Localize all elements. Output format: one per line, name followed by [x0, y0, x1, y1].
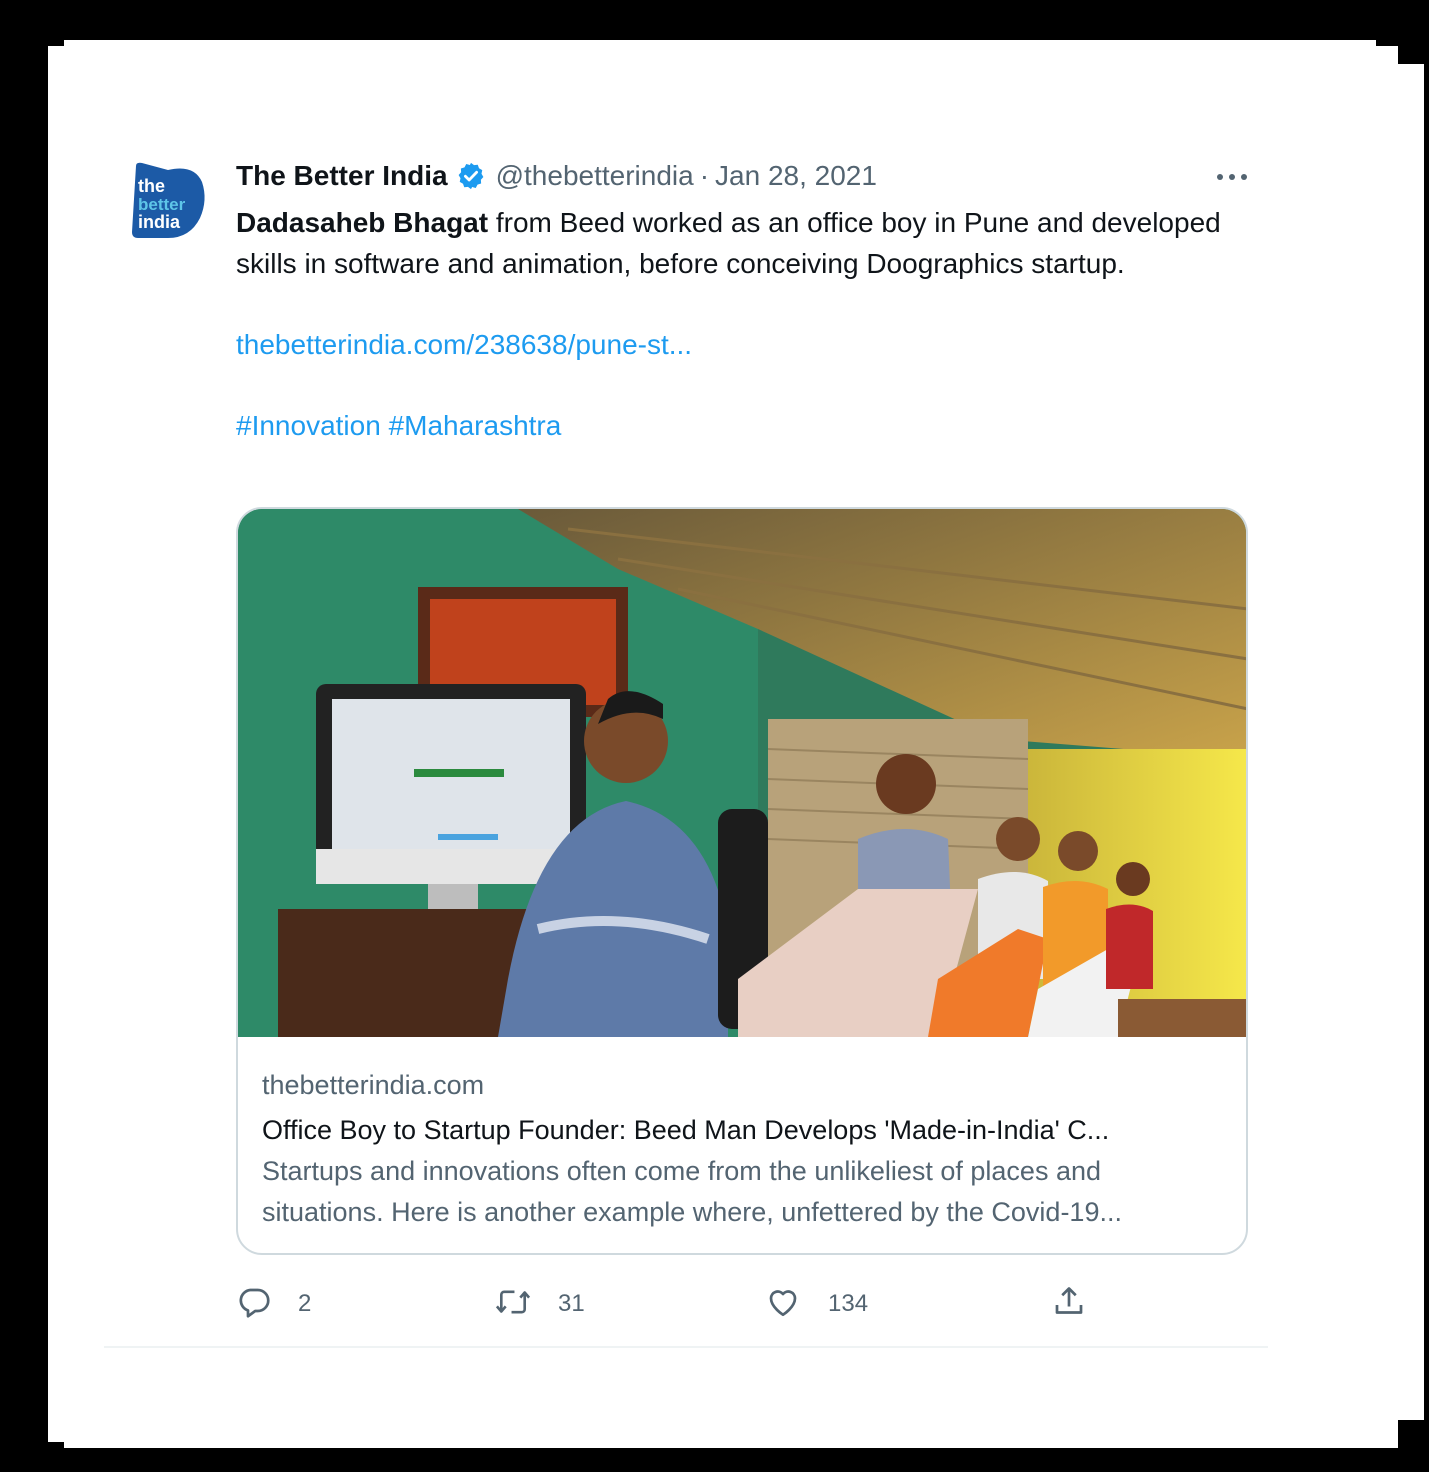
- mentioned-name: Dadasaheb Bhagat: [236, 207, 489, 238]
- avatar[interactable]: the better india: [128, 160, 208, 240]
- share-icon: [1050, 1284, 1088, 1325]
- action-bar: 2 31 134: [236, 1284, 1136, 1324]
- frame-edge: [1398, 64, 1424, 1420]
- display-name[interactable]: The Better India: [236, 160, 448, 192]
- card-image[interactable]: [238, 509, 1246, 1037]
- frame-edge: [64, 1442, 1398, 1448]
- reply-icon: [236, 1284, 272, 1325]
- handle[interactable]: @thebetterindia: [496, 160, 694, 192]
- retweet-count: 31: [558, 1290, 585, 1317]
- heart-icon: [764, 1284, 802, 1325]
- hashtags[interactable]: #Innovation #Maharashtra: [236, 405, 1256, 446]
- divider: [104, 1346, 1268, 1348]
- frame-notch: [1376, 40, 1398, 46]
- like-button[interactable]: 134: [764, 1284, 868, 1324]
- tweet-date[interactable]: Jan 28, 2021: [715, 160, 877, 192]
- share-button[interactable]: [1050, 1284, 1088, 1324]
- retweet-button[interactable]: 31: [494, 1284, 585, 1324]
- tweet-header: The Better India @thebetterindia · Jan 2…: [236, 158, 877, 194]
- more-options-icon[interactable]: [1212, 160, 1252, 194]
- retweet-icon: [494, 1284, 532, 1325]
- separator: ·: [699, 160, 710, 191]
- card-description: Startups and innovations often come from…: [262, 1156, 1122, 1227]
- tweet-text: Dadasaheb Bhagat from Beed worked as an …: [236, 202, 1256, 446]
- avatar-text: india: [138, 212, 181, 232]
- verified-badge-icon: [456, 161, 486, 191]
- card-body: thebetterindia.com Office Boy to Startup…: [262, 1065, 1222, 1233]
- reply-count: 2: [298, 1290, 312, 1317]
- like-count: 134: [828, 1290, 869, 1317]
- avatar-text: the: [138, 176, 165, 196]
- frame-notch: [48, 40, 64, 46]
- tweet-body: Dadasaheb Bhagat from Beed worked as an …: [236, 202, 1256, 284]
- link-preview-card[interactable]: thebetterindia.com Office Boy to Startup…: [236, 507, 1248, 1255]
- card-title: Office Boy to Startup Founder: Beed Man …: [262, 1115, 1110, 1145]
- reply-button[interactable]: 2: [236, 1284, 311, 1324]
- tweet-link[interactable]: thebetterindia.com/238638/pune-st...: [236, 324, 1256, 365]
- card-domain: thebetterindia.com: [262, 1070, 485, 1100]
